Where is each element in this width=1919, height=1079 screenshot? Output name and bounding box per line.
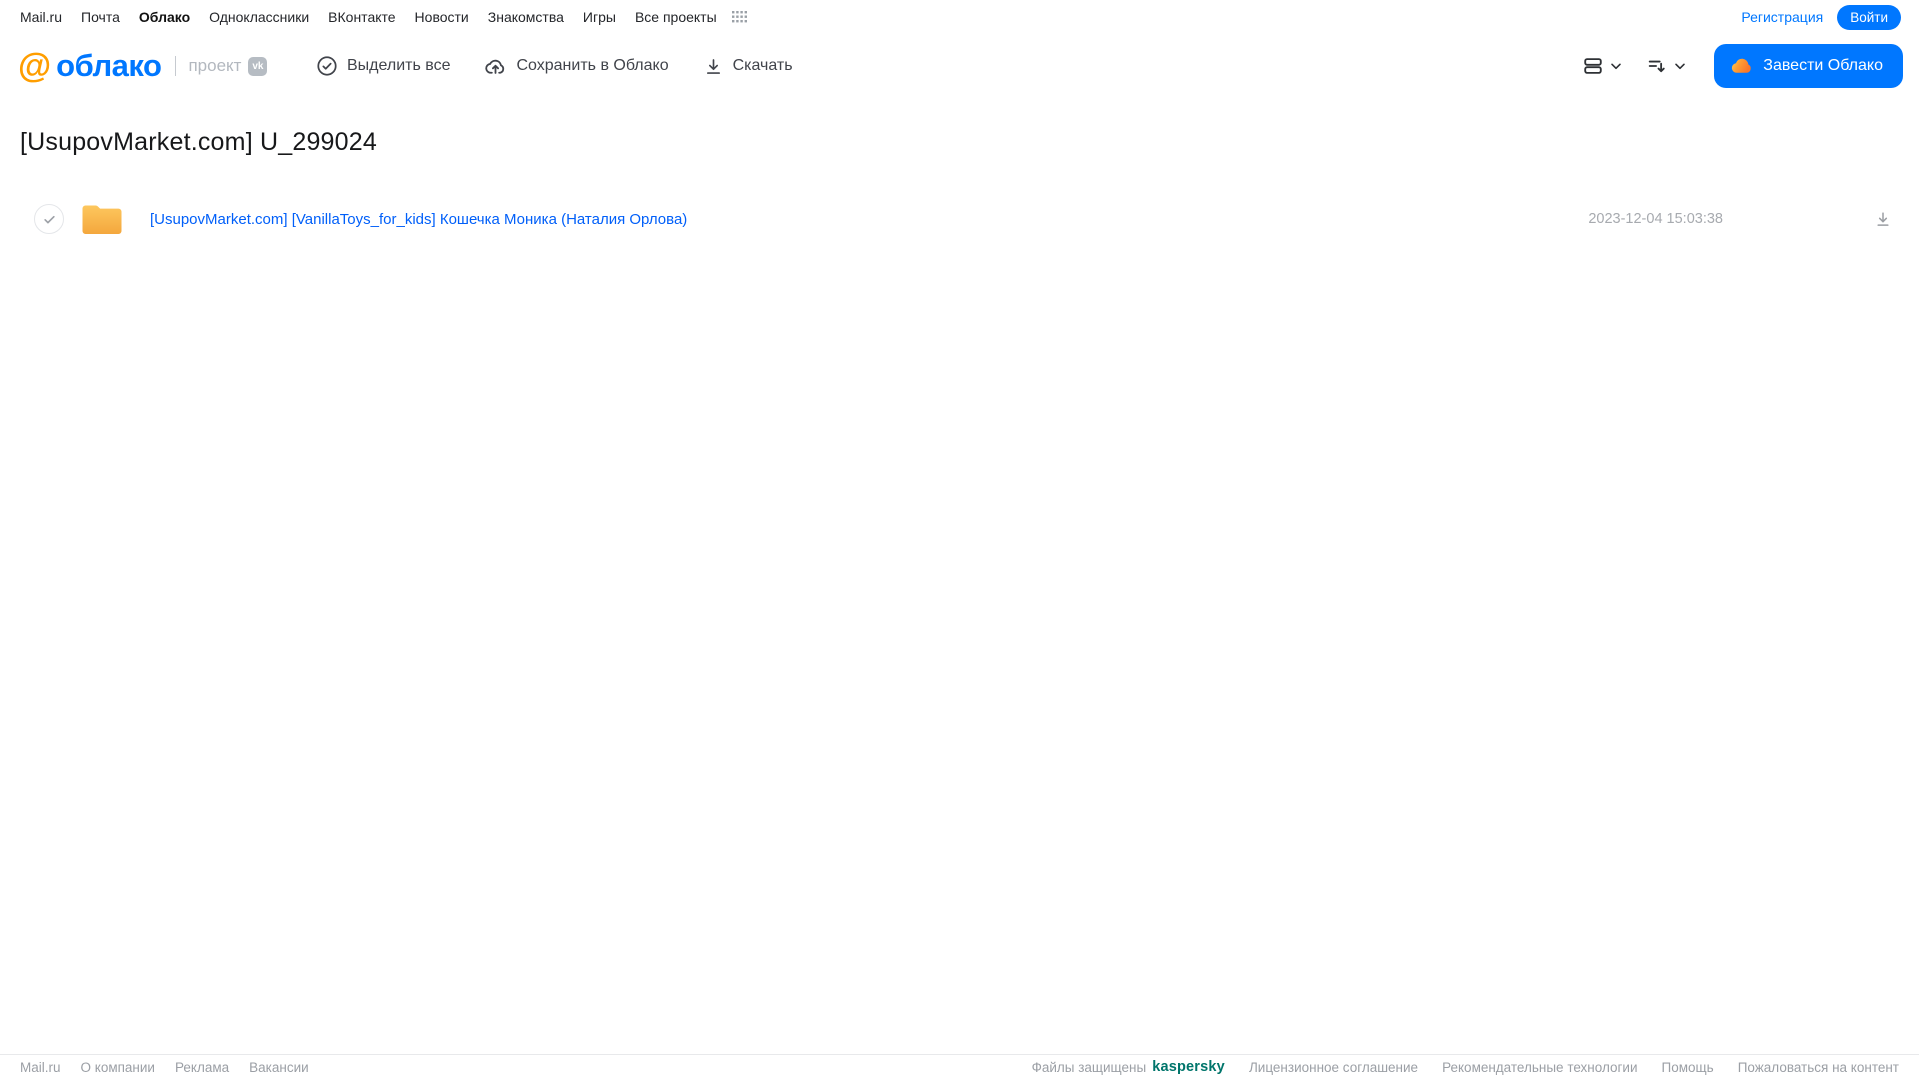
sort-icon — [1646, 55, 1668, 77]
footer-link-report-content[interactable]: Пожаловаться на контент — [1738, 1060, 1899, 1075]
topnav-link-pochta[interactable]: Почта — [81, 9, 120, 25]
view-mode-dropdown[interactable] — [1582, 55, 1624, 77]
sort-dropdown[interactable] — [1646, 55, 1688, 77]
file-row[interactable]: [UsupovMarket.com] [VanillaToys_for_kids… — [0, 193, 1919, 245]
chevron-down-icon — [1672, 58, 1688, 74]
save-to-cloud-label: Сохранить в Облако — [516, 57, 669, 74]
download-icon — [703, 56, 724, 77]
footer-link-recommend-tech[interactable]: Рекомендательные технологии — [1442, 1060, 1637, 1075]
footer-link-help[interactable]: Помощь — [1662, 1060, 1714, 1075]
page-footer: Mail.ru О компании Реклама Вакансии Файл… — [0, 1054, 1919, 1079]
file-name-link[interactable]: [UsupovMarket.com] [VanillaToys_for_kids… — [150, 211, 687, 228]
topnav-link-znakomstva[interactable]: Знакомства — [488, 9, 564, 25]
topnav-link-igry[interactable]: Игры — [583, 9, 616, 25]
file-toolbar: Выделить все Сохранить в Облако Скачать — [316, 55, 793, 78]
portal-links: Mail.ru Почта Облако Одноклассники ВКонт… — [20, 9, 747, 25]
row-download-icon[interactable] — [1873, 209, 1893, 229]
mailru-at-icon: @ — [18, 47, 52, 85]
topnav-link-novosti[interactable]: Новости — [415, 9, 469, 25]
project-label: проект — [188, 56, 242, 75]
topnav-link-oblako[interactable]: Облако — [139, 9, 190, 25]
page-title: [UsupovMarket.com] U_299024 — [20, 128, 377, 156]
footer-link-license[interactable]: Лицензионное соглашение — [1249, 1060, 1418, 1075]
app-header: @ облако проект vk Выделить все Сохранит… — [0, 34, 1919, 98]
kaspersky-protection: Файлы защищены kaspersky — [1032, 1059, 1225, 1075]
list-view-icon — [1582, 55, 1604, 77]
download-label: Скачать — [732, 57, 793, 74]
footer-link-mailru[interactable]: Mail.ru — [20, 1060, 61, 1075]
select-all-button[interactable]: Выделить все — [316, 55, 450, 77]
topnav-link-mailru[interactable]: Mail.ru — [20, 9, 62, 25]
get-cloud-label: Завести Облако — [1763, 57, 1883, 74]
registration-link[interactable]: Регистрация — [1741, 9, 1823, 25]
topnav-link-vse-proekty[interactable]: Все проекты — [635, 9, 717, 25]
login-button[interactable]: Войти — [1837, 4, 1901, 30]
all-projects-grid-icon[interactable] — [731, 11, 747, 23]
footer-link-o-kompanii[interactable]: О компании — [81, 1060, 155, 1075]
header-right-controls: Завести Облако — [1582, 44, 1903, 88]
kaspersky-logo[interactable]: kaspersky — [1152, 1059, 1225, 1075]
cloud-icon — [1728, 53, 1754, 79]
check-icon — [43, 215, 55, 223]
page: Mail.ru Почта Облако Одноклассники ВКонт… — [0, 0, 1919, 1079]
footer-left-links: Mail.ru О компании Реклама Вакансии — [20, 1060, 309, 1075]
topnav-link-odnoklassniki[interactable]: Одноклассники — [209, 9, 309, 25]
protected-label: Файлы защищены — [1031, 1059, 1147, 1075]
cloud-upload-icon — [484, 55, 507, 78]
footer-link-reklama[interactable]: Реклама — [175, 1060, 229, 1075]
auth-area: Регистрация Войти — [1741, 4, 1901, 30]
folder-icon — [80, 201, 124, 237]
row-checkbox[interactable] — [34, 204, 64, 234]
file-list: [UsupovMarket.com] [VanillaToys_for_kids… — [0, 193, 1919, 245]
cloud-logo-text: облако — [56, 48, 162, 83]
footer-link-vakansii[interactable]: Вакансии — [249, 1060, 309, 1075]
chevron-down-icon — [1608, 58, 1624, 74]
file-date: 2023-12-04 15:03:38 — [1588, 211, 1723, 227]
download-button[interactable]: Скачать — [703, 56, 793, 77]
select-all-label: Выделить все — [347, 57, 451, 74]
portal-topnav: Mail.ru Почта Облако Одноклассники ВКонт… — [0, 0, 1919, 34]
logo-divider — [175, 56, 177, 76]
main-content: [UsupovMarket.com] U_299024 [UsupovMarke… — [0, 98, 1919, 1054]
topnav-link-vkontakte[interactable]: ВКонтакте — [328, 9, 395, 25]
save-to-cloud-button[interactable]: Сохранить в Облако — [484, 55, 669, 78]
check-circle-icon — [316, 55, 338, 77]
footer-right-links: Файлы защищены kaspersky Лицензионное со… — [1032, 1059, 1899, 1075]
cloud-logo[interactable]: @ облако проект vk — [18, 48, 316, 84]
get-cloud-button[interactable]: Завести Облако — [1714, 44, 1903, 88]
row-right: 2023-12-04 15:03:38 — [1588, 209, 1893, 229]
vk-badge-icon: vk — [248, 56, 268, 76]
